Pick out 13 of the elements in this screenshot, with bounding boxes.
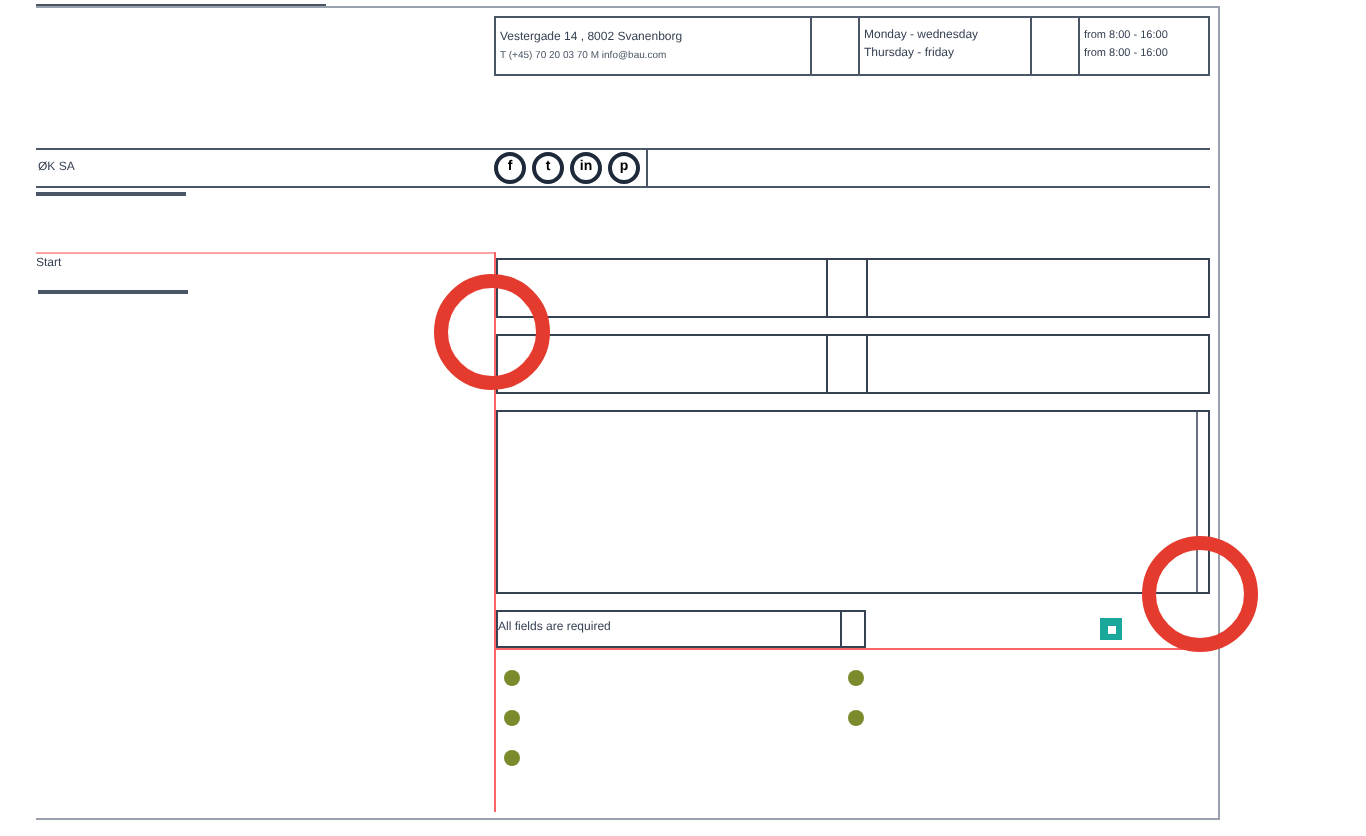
bullet-icon	[848, 670, 864, 686]
message-field[interactable]	[496, 410, 1210, 594]
input-field[interactable]	[496, 258, 828, 318]
input-field[interactable]	[496, 334, 828, 394]
input-field[interactable]	[866, 258, 1210, 318]
field-spacer	[828, 258, 866, 318]
bullet-icon	[848, 710, 864, 726]
bullet-icon	[504, 750, 520, 766]
input-field[interactable]	[866, 334, 1210, 394]
bullet-icon	[504, 670, 520, 686]
bullet-icon	[504, 710, 520, 726]
field-spacer	[828, 334, 866, 394]
checkbox[interactable]	[1100, 618, 1122, 640]
